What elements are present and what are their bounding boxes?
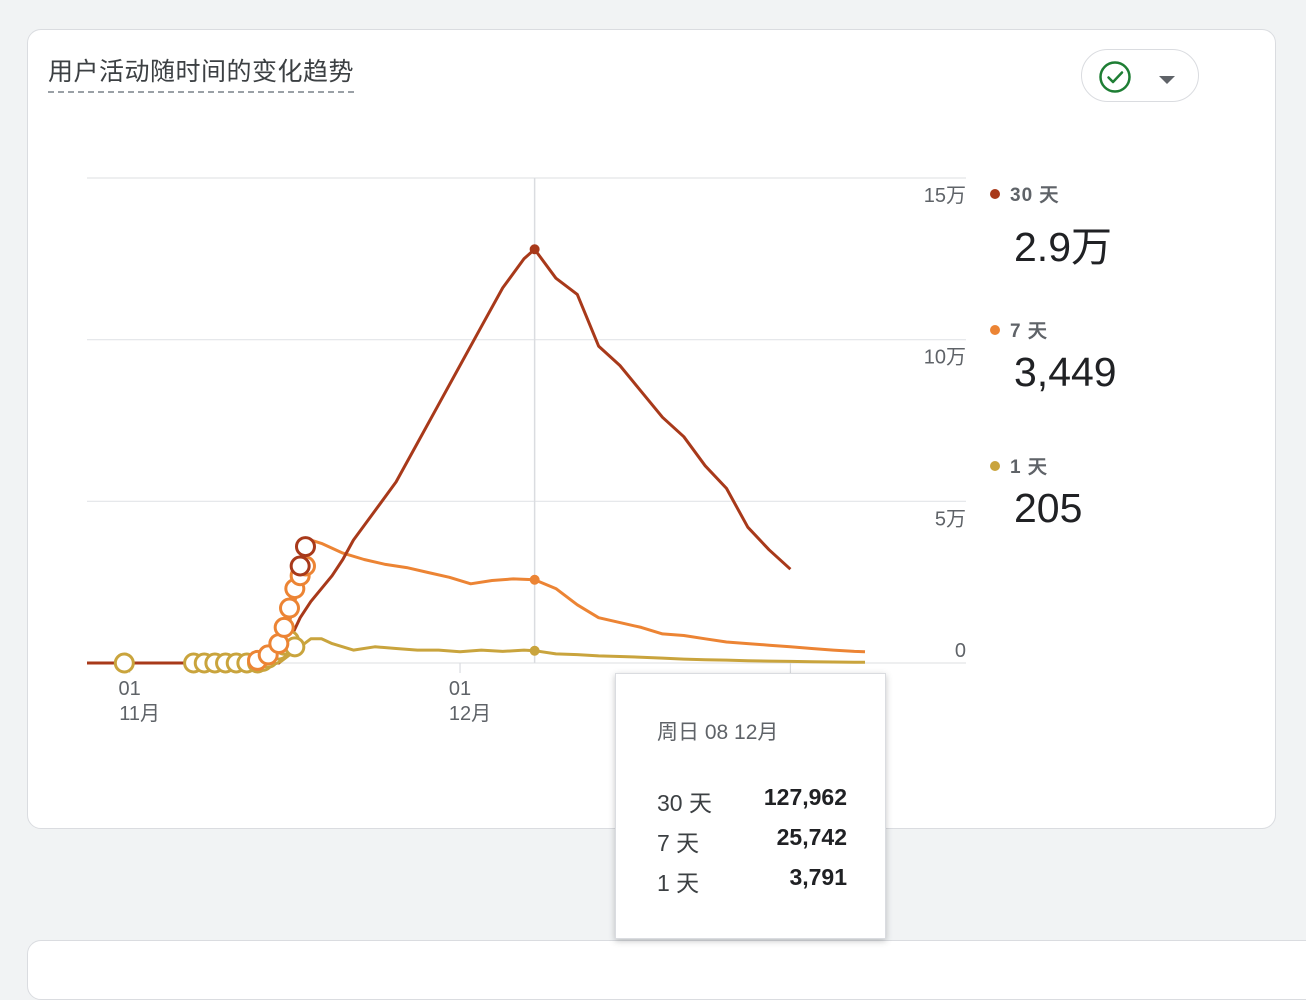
x-tick-day: 01 — [449, 678, 471, 700]
tooltip-row: 30 天 127,962 — [657, 784, 847, 818]
legend-value: 2.9万 — [1014, 224, 1112, 270]
legend-dot-icon — [990, 324, 1000, 335]
highlight-point — [529, 574, 540, 585]
series-line — [87, 538, 866, 665]
tooltip-row: 1 天 3,791 — [657, 864, 847, 898]
legend-label: 1 天 — [1010, 457, 1048, 478]
x-tick-month: 11月 — [119, 703, 160, 725]
tooltip-series-name: 1 天 — [657, 870, 700, 896]
y-tick-label: 15万 — [924, 185, 966, 207]
data-point-marker — [279, 597, 300, 619]
legend-item-7d[interactable]: 7 天 3,449 — [990, 316, 1210, 396]
x-tick-month: 12月 — [449, 703, 491, 725]
chart-tooltip: 周日 08 12月 30 天 127,962 7 天 25,742 1 天 3,… — [615, 673, 886, 939]
tooltip-date: 周日 08 12月 — [657, 721, 779, 744]
legend-label: 7 天 — [1010, 321, 1048, 342]
y-tick-label: 5万 — [935, 508, 966, 530]
tooltip-series-value: 25,742 — [776, 824, 847, 850]
legend-dot-icon — [990, 460, 1000, 471]
x-tick-day: 01 — [119, 678, 141, 700]
y-tick-label: 0 — [955, 640, 966, 662]
tooltip-series-name: 30 天 — [657, 790, 712, 816]
legend-dot-icon — [990, 188, 1000, 199]
data-point-marker — [273, 616, 295, 638]
legend-value: 3,449 — [1014, 349, 1117, 395]
highlight-point — [529, 244, 540, 255]
data-point-marker — [289, 555, 311, 577]
data-point-marker — [294, 536, 316, 558]
tooltip-series-value: 3,791 — [789, 864, 847, 890]
legend-item-1d[interactable]: 1 天 205 — [990, 452, 1210, 532]
legend-label: 30 天 — [1010, 185, 1060, 206]
legend-value: 205 — [1014, 485, 1083, 531]
series-line — [87, 247, 792, 665]
tooltip-row: 7 天 25,742 — [657, 824, 847, 858]
tooltip-series-value: 127,962 — [763, 784, 847, 810]
data-point-marker — [113, 652, 135, 674]
tooltip-series-name: 7 天 — [657, 830, 700, 856]
y-tick-label: 10万 — [924, 347, 966, 369]
highlight-point — [529, 645, 540, 656]
legend-item-30d[interactable]: 30 天 2.9万 — [990, 180, 1210, 273]
